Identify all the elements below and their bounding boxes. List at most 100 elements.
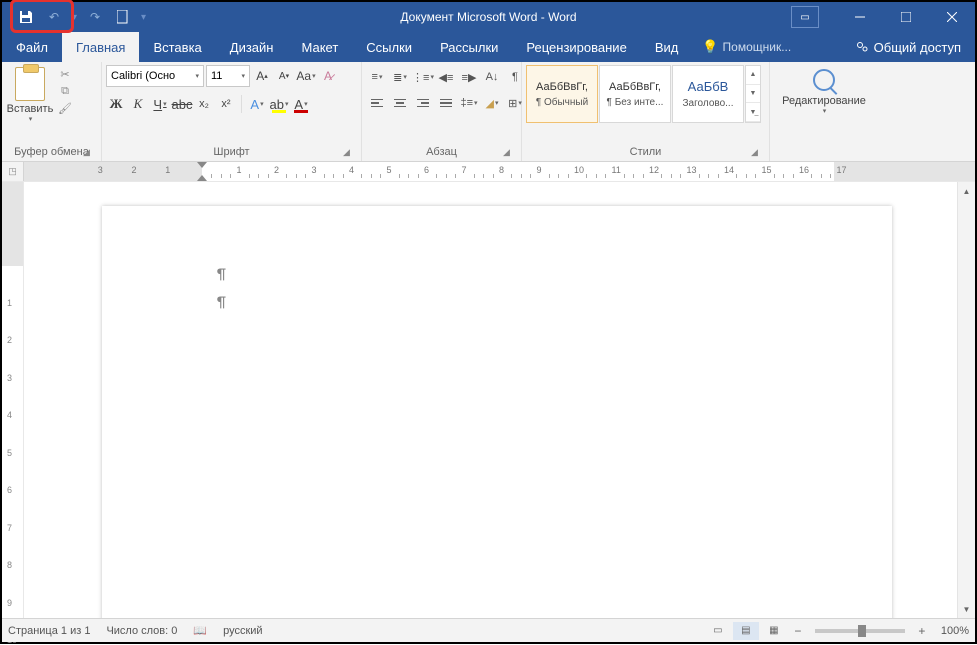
group-paragraph: ≡▾ ≣▾ ⋮≡▾ ◀≡ ≡▶ A↓ ¶ ‡≡▾ ◢▾ ⊞▾ Абзац◢ xyxy=(362,62,522,161)
word-count[interactable]: Число слов: 0 xyxy=(106,625,177,637)
editing-label: Редактирование xyxy=(782,95,866,107)
close-button[interactable] xyxy=(929,2,975,32)
italic-button[interactable]: К xyxy=(128,93,148,115)
shrink-font-button[interactable]: A▾ xyxy=(274,65,294,87)
tab-home[interactable]: Главная xyxy=(62,32,139,62)
format-painter-button[interactable]: 🖌 xyxy=(56,101,74,115)
share-label: Общий доступ xyxy=(874,40,961,55)
align-center-button[interactable] xyxy=(389,93,411,113)
scroll-up-button[interactable]: ▲ xyxy=(958,182,975,200)
maximize-button[interactable] xyxy=(883,2,929,32)
copy-button[interactable]: ⧉ xyxy=(56,84,74,98)
style-normal[interactable]: АаБбВвГг, ¶ Обычный xyxy=(526,65,598,123)
clipboard-launcher[interactable]: ◢ xyxy=(83,147,95,159)
group-editing: Редактирование ▾ xyxy=(770,62,975,161)
align-left-button[interactable] xyxy=(366,93,388,113)
grow-font-button[interactable]: A▴ xyxy=(252,65,272,87)
styles-more[interactable]: ▼̲ xyxy=(746,103,760,122)
bold-button[interactable]: Ж xyxy=(106,93,126,115)
minimize-button[interactable] xyxy=(837,2,883,32)
font-color-button[interactable]: A▾ xyxy=(291,93,311,115)
decrease-indent-button[interactable]: ◀≡ xyxy=(435,67,457,87)
font-size-value: 11 xyxy=(211,70,222,82)
book-icon: 📖 xyxy=(193,624,207,637)
font-name-combo[interactable]: Calibri (Осно▾ xyxy=(106,65,204,87)
styles-launcher[interactable]: ◢ xyxy=(751,147,763,159)
document-canvas[interactable]: ¶ ¶ xyxy=(24,182,957,618)
group-styles: АаБбВвГг, ¶ Обычный АаБбВвГг, ¶ Без инте… xyxy=(522,62,770,161)
tab-mailings[interactable]: Рассылки xyxy=(426,32,512,62)
undo-button[interactable]: ↶ xyxy=(42,5,66,29)
style2-preview: АаБбВвГг, xyxy=(609,81,661,93)
zoom-slider[interactable] xyxy=(815,629,905,633)
style-nospacing[interactable]: АаБбВвГг, ¶ Без инте... xyxy=(599,65,671,123)
clear-format-button[interactable]: A̷ xyxy=(318,65,338,87)
tab-file[interactable]: Файл xyxy=(2,32,62,62)
subscript-button[interactable]: x₂ xyxy=(194,93,214,115)
shading-button[interactable]: ◢▾ xyxy=(481,93,503,113)
style3-name: Заголово... xyxy=(683,98,734,109)
redo-button[interactable]: ↷ xyxy=(83,5,107,29)
styles-down[interactable]: ▼ xyxy=(746,85,760,104)
tab-insert[interactable]: Вставка xyxy=(139,32,215,62)
align-right-button[interactable] xyxy=(412,93,434,113)
style-heading1[interactable]: АаБбВ Заголово... xyxy=(672,65,744,123)
page-indicator[interactable]: Страница 1 из 1 xyxy=(8,625,90,637)
text-effects-button[interactable]: A▾ xyxy=(247,93,267,115)
line-spacing-button[interactable]: ‡≡▾ xyxy=(458,93,480,113)
sort-button[interactable]: A↓ xyxy=(481,67,503,87)
horizontal-ruler[interactable]: 3211234567891011121314151617 xyxy=(24,162,975,181)
new-doc-button[interactable] xyxy=(111,5,135,29)
underline-button[interactable]: Ч▾ xyxy=(150,93,170,115)
ribbon: Вставить ▾ ✂ ⧉ 🖌 Буфер обмена◢ Calibri (… xyxy=(2,62,975,162)
spellcheck-button[interactable]: 📖 xyxy=(193,624,207,637)
tab-layout[interactable]: Макет xyxy=(287,32,352,62)
font-launcher[interactable]: ◢ xyxy=(343,147,355,159)
language-indicator[interactable]: русский xyxy=(223,625,262,637)
print-layout-button[interactable]: ▤ xyxy=(733,622,759,640)
group-clipboard: Вставить ▾ ✂ ⧉ 🖌 Буфер обмена◢ xyxy=(2,62,102,161)
strike-button[interactable]: abc xyxy=(172,93,192,115)
paragraph-launcher[interactable]: ◢ xyxy=(503,147,515,159)
increase-indent-button[interactable]: ≡▶ xyxy=(458,67,480,87)
tab-design[interactable]: Дизайн xyxy=(216,32,288,62)
web-layout-button[interactable]: ▦ xyxy=(761,622,787,640)
ribbon-options-button[interactable]: ▭ xyxy=(791,6,819,28)
tab-view[interactable]: Вид xyxy=(641,32,693,62)
justify-button[interactable] xyxy=(435,93,457,113)
numbering-button[interactable]: ≣▾ xyxy=(389,67,411,87)
superscript-button[interactable]: x² xyxy=(216,93,236,115)
scroll-down-button[interactable]: ▼ xyxy=(958,600,975,618)
vertical-ruler[interactable]: 12345678910 xyxy=(2,182,24,618)
bullets-button[interactable]: ≡▾ xyxy=(366,67,388,87)
zoom-thumb[interactable] xyxy=(858,625,866,637)
zoom-out-button[interactable]: − xyxy=(789,622,807,640)
ruler-corner[interactable]: ◳ xyxy=(2,162,24,181)
tab-references[interactable]: Ссылки xyxy=(352,32,426,62)
find-button[interactable]: Редактирование ▾ xyxy=(774,65,874,115)
font-size-combo[interactable]: 11▾ xyxy=(206,65,250,87)
styles-up[interactable]: ▲ xyxy=(746,66,760,85)
font-name-value: Calibri (Осно xyxy=(111,70,175,82)
style2-name: ¶ Без инте... xyxy=(607,97,664,108)
tab-review[interactable]: Рецензирование xyxy=(512,32,640,62)
read-mode-button[interactable]: ▭ xyxy=(705,622,731,640)
save-button[interactable] xyxy=(14,5,38,29)
tab-review-label: Рецензирование xyxy=(526,40,626,55)
style3-preview: АаБбВ xyxy=(688,79,729,94)
group-styles-label: Стили xyxy=(630,146,662,158)
vertical-scrollbar[interactable]: ▲ ▼ xyxy=(957,182,975,618)
tell-me-search[interactable]: 💡 Помощник... xyxy=(692,32,801,62)
zoom-in-button[interactable]: + xyxy=(913,622,931,640)
highlight-button[interactable]: ab▾ xyxy=(269,93,289,115)
cut-button[interactable]: ✂ xyxy=(56,67,74,81)
title-bar: ↶ ▾ ↷ ▾ Документ Microsoft Word - Word ▭ xyxy=(2,2,975,32)
zoom-level[interactable]: 100% xyxy=(941,625,969,637)
style1-name: ¶ Обычный xyxy=(536,97,588,108)
change-case-button[interactable]: Aa▾ xyxy=(296,65,316,87)
qat-more[interactable]: ▾ xyxy=(141,12,146,23)
multilevel-button[interactable]: ⋮≡▾ xyxy=(412,67,434,87)
share-button[interactable]: Общий доступ xyxy=(841,32,975,62)
paste-button[interactable]: Вставить ▾ xyxy=(6,65,54,123)
separator: ▾ xyxy=(72,12,77,23)
